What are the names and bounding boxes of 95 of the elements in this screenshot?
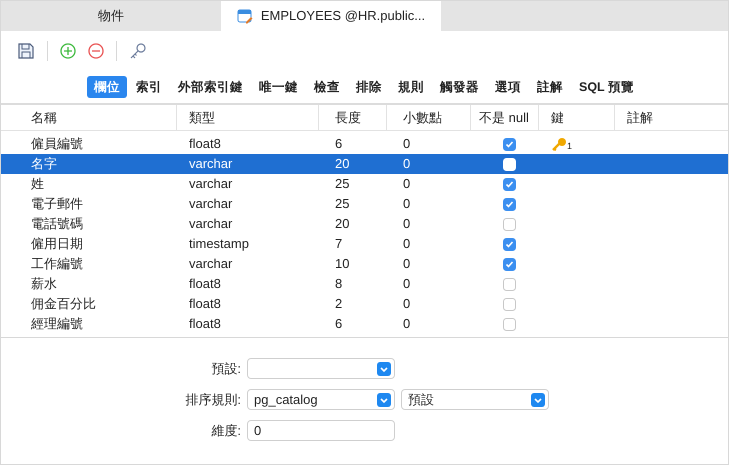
table-cell: 0 [403, 136, 410, 152]
table-cell: 經理編號 [31, 316, 83, 332]
table-cell: 工作編號 [31, 256, 83, 272]
tab[interactable]: 觸發器 [433, 76, 486, 98]
save-icon[interactable] [17, 42, 35, 60]
chevron-icon [531, 392, 545, 406]
table-cell: 薪水 [31, 276, 57, 292]
tab[interactable]: 外部索引鍵 [171, 76, 250, 98]
table-cell: varchar [189, 256, 232, 272]
table-edit-icon [236, 8, 253, 24]
column-header: 鍵 [551, 108, 564, 127]
tab[interactable]: 欄位 [87, 76, 127, 98]
table-cell: varchar [189, 196, 232, 212]
table-cell: 電子郵件 [31, 196, 83, 212]
table-cell: 0 [403, 276, 410, 292]
table-cell: 0 [403, 216, 410, 232]
remove-icon[interactable] [88, 43, 104, 59]
column-header: 不是 null [479, 108, 529, 127]
table-cell: 0 [403, 296, 410, 312]
tab[interactable]: 唯一鍵 [252, 76, 305, 98]
tab[interactable]: 註解 [530, 76, 570, 98]
table-row[interactable]: 經理編號 float8 6 0 [1, 314, 728, 334]
table-cell: 10 [335, 256, 350, 272]
checkbox[interactable] [502, 238, 516, 250]
table-cell: 0 [403, 236, 410, 252]
table-row[interactable]: 電子郵件 varchar 25 0 [1, 194, 728, 214]
tab[interactable]: 索引 [129, 76, 169, 98]
checkbox[interactable] [502, 178, 516, 190]
column-header: 類型 [189, 108, 215, 127]
key-icon[interactable] [129, 42, 147, 60]
table-cell: 0 [403, 256, 410, 272]
field-label: 排序規則: [184, 390, 241, 409]
tab[interactable]: 排除 [349, 76, 389, 98]
checkbox[interactable] [502, 278, 516, 290]
field-label: 預設: [210, 360, 241, 378]
table-cell: 0 [403, 176, 410, 192]
table-row[interactable]: 僱員編號 float8 6 0 1 [1, 134, 728, 154]
tab[interactable]: EMPLOYEES @HR.public... [221, 1, 441, 31]
tab[interactable]: SQL 預覽 [572, 76, 641, 98]
column-header: 名稱 [31, 108, 57, 127]
table-cell: 25 [335, 176, 350, 192]
table-row[interactable]: 姓 varchar 25 0 [1, 174, 728, 194]
table-cell: float8 [189, 136, 221, 152]
column-header: 小數點 [403, 108, 442, 127]
table-cell: 6 [335, 316, 342, 332]
checkbox[interactable] [502, 298, 516, 310]
chevron-icon [377, 362, 391, 376]
column-header: 註解 [627, 108, 653, 127]
column-header: 長度 [335, 108, 361, 127]
checkbox[interactable] [502, 318, 516, 330]
table-row[interactable]: 薪水 float8 8 0 [1, 274, 728, 294]
table-cell: 8 [335, 276, 342, 292]
table-cell: 0 [403, 316, 410, 332]
table-cell: 名字 [31, 156, 57, 172]
table-cell: 0 [403, 156, 410, 172]
table-row[interactable]: 名字 varchar 20 0 [1, 154, 728, 174]
field-label: 維度: [210, 422, 241, 440]
key-icon [551, 137, 567, 151]
table-cell: float8 [189, 276, 221, 292]
table-cell: 僱員編號 [31, 136, 83, 152]
checkbox[interactable] [502, 138, 516, 150]
table-row[interactable]: 電話號碼 varchar 20 0 [1, 214, 728, 234]
table-cell: float8 [189, 316, 221, 332]
chevron-icon [377, 392, 391, 406]
table-cell: varchar [189, 156, 232, 172]
table-cell: varchar [189, 176, 232, 192]
checkbox[interactable] [502, 258, 516, 270]
table-row[interactable]: 僱用日期 timestamp 7 0 [1, 234, 728, 254]
table-cell: 電話號碼 [31, 216, 83, 232]
input-field[interactable]: 0 [247, 420, 395, 441]
key-index: 1 [567, 142, 572, 151]
table-cell: 佣金百分比 [31, 296, 96, 312]
dropdown[interactable]: 預設 [401, 389, 549, 410]
dropdown[interactable]: pg_catalog [247, 389, 395, 410]
table-cell: 7 [335, 236, 342, 252]
table-row[interactable]: 佣金百分比 float8 2 0 [1, 294, 728, 314]
table-cell: 25 [335, 196, 350, 212]
table-row[interactable]: 工作編號 varchar 10 0 [1, 254, 728, 274]
table-cell: 20 [335, 156, 350, 172]
table-cell: 0 [403, 196, 410, 212]
table-cell: timestamp [189, 236, 249, 252]
dropdown[interactable] [247, 358, 395, 379]
add-icon[interactable] [60, 43, 76, 59]
table-cell: 2 [335, 296, 342, 312]
tab[interactable]: 檢查 [307, 76, 347, 98]
tab[interactable]: 選項 [488, 76, 528, 98]
tab[interactable]: 規則 [391, 76, 431, 98]
table-cell: 6 [335, 136, 342, 152]
table-cell: float8 [189, 296, 221, 312]
table-cell: 20 [335, 216, 350, 232]
table-cell: 姓 [31, 176, 44, 192]
checkbox[interactable] [502, 198, 516, 210]
checkbox[interactable] [502, 218, 516, 230]
table-cell: 僱用日期 [31, 236, 83, 252]
table-cell: varchar [189, 216, 232, 232]
